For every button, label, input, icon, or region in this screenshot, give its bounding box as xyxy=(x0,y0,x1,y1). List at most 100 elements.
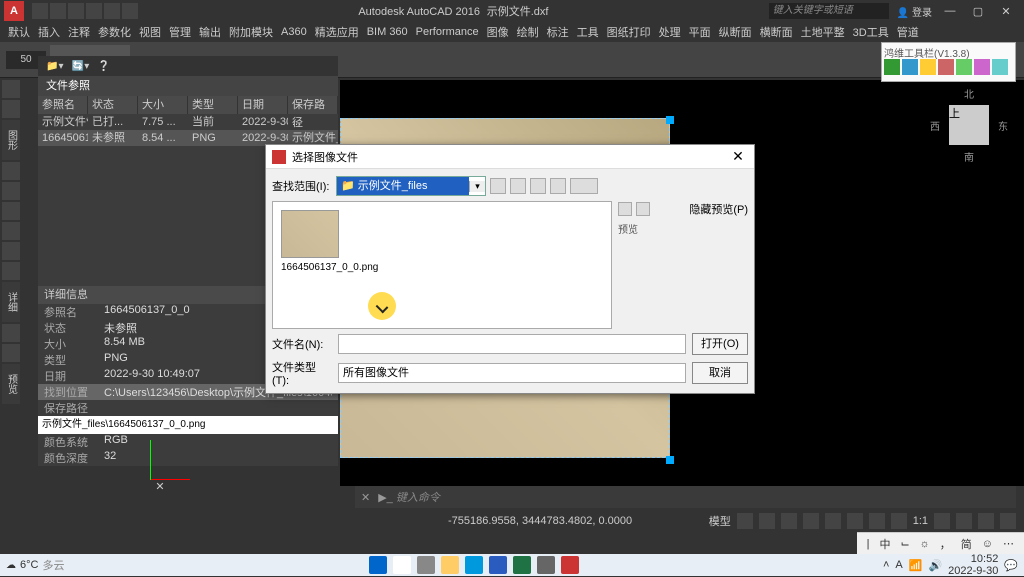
tool-icon[interactable] xyxy=(2,344,20,362)
tool-icon[interactable] xyxy=(2,324,20,342)
ime-punct[interactable]: ， xyxy=(940,536,951,552)
up-icon[interactable] xyxy=(510,178,526,194)
tab[interactable]: 视图 xyxy=(137,24,163,40)
qat-icon[interactable] xyxy=(86,3,102,19)
info-icon[interactable] xyxy=(636,202,650,216)
viewcube-top[interactable]: 上 xyxy=(949,105,989,145)
plugin-icon[interactable] xyxy=(992,59,1008,75)
ime-tray-icon[interactable]: A xyxy=(895,559,902,571)
tab[interactable]: 土地平整 xyxy=(799,24,847,40)
close-button[interactable]: ✕ xyxy=(996,5,1016,18)
edge-icon[interactable] xyxy=(465,556,483,574)
plugin-icon[interactable] xyxy=(956,59,972,75)
preview-icon[interactable] xyxy=(618,202,632,216)
otrack-icon[interactable] xyxy=(847,513,863,529)
tab[interactable]: 图像 xyxy=(485,24,511,40)
table-row[interactable]: 示例文件*已打...7.75 ...当前2022-9-30 ...... xyxy=(38,114,338,130)
tab[interactable]: 插入 xyxy=(36,24,62,40)
tab[interactable]: BIM 360 xyxy=(365,26,410,38)
qat-icon[interactable] xyxy=(68,3,84,19)
plugin-toolbar[interactable]: 鸿维工具栏(V1.3.8) xyxy=(881,42,1016,82)
taskview-icon[interactable] xyxy=(417,556,435,574)
custom-icon[interactable] xyxy=(1000,513,1016,529)
tool-icon[interactable] xyxy=(2,162,20,180)
word-icon[interactable] xyxy=(489,556,507,574)
tool-icon[interactable] xyxy=(2,202,20,220)
tab[interactable]: A360 xyxy=(279,26,309,38)
tab[interactable]: 管理 xyxy=(167,24,193,40)
start-button[interactable] xyxy=(369,556,387,574)
plugin-icon[interactable] xyxy=(938,59,954,75)
views-icon[interactable] xyxy=(570,178,598,194)
panel-tab-details[interactable]: 详细 xyxy=(2,282,20,322)
qat-icon[interactable] xyxy=(50,3,66,19)
weather-widget[interactable]: ☁ 6°C 多云 xyxy=(6,557,64,573)
plugin-icon[interactable] xyxy=(884,59,900,75)
ucs-icon[interactable] xyxy=(150,420,210,480)
col-header[interactable]: 类型 xyxy=(188,96,238,114)
grip-handle[interactable] xyxy=(666,456,674,464)
quick-access-toolbar[interactable] xyxy=(32,3,138,19)
minimize-button[interactable]: — xyxy=(940,5,960,18)
snap-icon[interactable] xyxy=(759,513,775,529)
open-button[interactable]: 打开(O) xyxy=(692,333,748,355)
clock-time[interactable]: 10:52 xyxy=(948,553,998,565)
tab[interactable]: 管道 xyxy=(895,24,921,40)
col-header[interactable]: 大小 xyxy=(138,96,188,114)
tool-icon[interactable] xyxy=(2,262,20,280)
panel-tab-preview[interactable]: 预览 xyxy=(2,364,20,404)
close-icon[interactable]: ✕ xyxy=(361,491,370,504)
col-header[interactable]: 日期 xyxy=(238,96,288,114)
tab[interactable]: 默认 xyxy=(6,24,32,40)
ime-sun-icon[interactable]: ☼ xyxy=(920,538,930,550)
back-icon[interactable] xyxy=(490,178,506,194)
app-logo[interactable]: A xyxy=(4,1,24,21)
filetype-combo[interactable]: 所有图像文件 xyxy=(338,363,686,383)
ime-shape[interactable]: ⌙ xyxy=(900,537,909,550)
status-mode[interactable]: 模型 xyxy=(709,513,731,529)
osnap-icon[interactable] xyxy=(825,513,841,529)
notifications-icon[interactable]: 💬 xyxy=(1004,559,1018,572)
lweight-icon[interactable] xyxy=(869,513,885,529)
volume-icon[interactable]: 🔊 xyxy=(928,559,942,572)
col-header[interactable]: 保存路径 xyxy=(288,96,338,114)
tab[interactable]: 处理 xyxy=(657,24,683,40)
cancel-button[interactable]: 取消 xyxy=(692,362,748,384)
tab[interactable]: 3D工具 xyxy=(851,24,891,40)
tab[interactable]: 图纸打印 xyxy=(605,24,653,40)
ortho-icon[interactable] xyxy=(781,513,797,529)
iso-icon[interactable] xyxy=(956,513,972,529)
tab[interactable]: 绘制 xyxy=(515,24,541,40)
dialog-close-button[interactable]: ✕ xyxy=(728,148,748,165)
system-tray[interactable]: ˄ A 📶 🔊 10:52 2022-9-30 💬 xyxy=(883,553,1018,577)
tool-icon[interactable] xyxy=(2,100,20,118)
app-icon[interactable] xyxy=(537,556,555,574)
palette-toolbar[interactable]: 📁▾ 🔄▾ ❔ xyxy=(38,56,338,76)
tab[interactable]: 横断面 xyxy=(758,24,795,40)
tab[interactable]: 标注 xyxy=(545,24,571,40)
file-list[interactable]: 1664506137_0_0.png xyxy=(272,201,612,329)
search-icon[interactable] xyxy=(393,556,411,574)
maximize-button[interactable]: ▢ xyxy=(968,5,988,18)
help-search-input[interactable]: 键入关键字或短语 xyxy=(769,3,889,19)
explorer-icon[interactable] xyxy=(441,556,459,574)
dialog-titlebar[interactable]: 选择图像文件 ✕ xyxy=(266,145,754,169)
ime-emoji-icon[interactable]: ☺ xyxy=(982,538,993,550)
file-thumbnail[interactable]: 1664506137_0_0.png xyxy=(281,210,341,273)
tab-close-icon[interactable]: ✕ xyxy=(152,480,168,493)
search-icon[interactable] xyxy=(530,178,546,194)
excel-icon[interactable] xyxy=(513,556,531,574)
qat-icon[interactable] xyxy=(32,3,48,19)
tool-icon[interactable] xyxy=(2,80,20,98)
filename-input[interactable] xyxy=(338,334,686,354)
col-header[interactable]: 状态 xyxy=(88,96,138,114)
anno-scale[interactable]: 1:1 xyxy=(913,515,928,527)
tab[interactable]: 输出 xyxy=(197,24,223,40)
command-line[interactable]: ✕ ▶_ 键入命令 xyxy=(355,486,1016,508)
tab[interactable]: 参数化 xyxy=(96,24,133,40)
delete-icon[interactable] xyxy=(550,178,566,194)
wifi-icon[interactable]: 📶 xyxy=(909,559,923,572)
tool-icon[interactable] xyxy=(2,242,20,260)
tab[interactable]: 纵断面 xyxy=(717,24,754,40)
grip-handle[interactable] xyxy=(666,116,674,124)
